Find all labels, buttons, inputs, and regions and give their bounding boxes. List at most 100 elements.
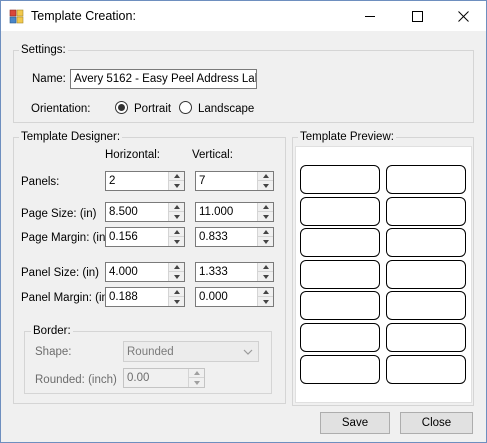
spin-up-button[interactable]: [258, 263, 273, 272]
spin-down-icon: [173, 239, 180, 244]
spin-down-icon: [262, 299, 269, 304]
panel-margin-vertical-value: 0.000: [199, 291, 228, 303]
spin-up-icon: [173, 230, 180, 234]
panels-vertical-value: 7: [199, 175, 206, 187]
preview-panel: [386, 354, 466, 384]
settings-group-label: Settings:: [19, 43, 68, 57]
preview-panel: [386, 196, 466, 226]
preview-panel: [300, 259, 380, 289]
spin-down-icon: [262, 239, 269, 244]
close-window-button[interactable]: [440, 1, 486, 31]
panels-horizontal-stepper[interactable]: 2: [105, 171, 185, 191]
preview-panel: [300, 196, 380, 226]
page-size-horizontal-stepper[interactable]: 8.500: [105, 202, 185, 222]
spin-down-button[interactable]: [258, 212, 273, 221]
preview-panel: [386, 165, 466, 194]
spin-down-button[interactable]: [169, 297, 184, 306]
shape-dropdown-value: Rounded: [127, 346, 174, 358]
panel-margin-horizontal-stepper[interactable]: 0.188: [105, 287, 185, 307]
panel-size-horizontal-value: 4.000: [109, 266, 138, 278]
panel-size-horizontal-stepper[interactable]: 4.000: [105, 262, 185, 282]
spin-up-button[interactable]: [258, 172, 273, 181]
spin-down-icon: [262, 183, 269, 188]
spin-up-button[interactable]: [169, 263, 184, 272]
spin-down-button[interactable]: [189, 378, 204, 387]
page-margin-horizontal-stepper[interactable]: 0.156: [105, 227, 185, 247]
spin-down-icon: [173, 214, 180, 219]
spin-up-button[interactable]: [169, 228, 184, 237]
page-margin-label: Page Margin: (in): [21, 232, 110, 244]
template-name-input[interactable]: Avery 5162 - Easy Peel Address Labels: [70, 69, 257, 89]
spin-up-button[interactable]: [258, 288, 273, 297]
shape-dropdown[interactable]: Rounded: [123, 341, 259, 362]
preview-panel: [386, 259, 466, 289]
template-preview-group-label: Template Preview:: [298, 130, 396, 144]
minimize-button[interactable]: [347, 1, 393, 31]
preview-panel: [300, 228, 380, 258]
maximize-button[interactable]: [394, 1, 440, 31]
page-size-horizontal-value: 8.500: [109, 206, 138, 218]
template-designer-group-label: Template Designer:: [19, 130, 123, 144]
orientation-label: Orientation:: [31, 103, 91, 115]
page-size-vertical-stepper[interactable]: 11.000: [195, 202, 274, 222]
spin-up-icon: [173, 205, 180, 209]
spin-up-button[interactable]: [169, 203, 184, 212]
spin-down-button[interactable]: [169, 237, 184, 246]
page-margin-vertical-stepper[interactable]: 0.833: [195, 227, 274, 247]
spin-down-button[interactable]: [258, 272, 273, 281]
page-size-vertical-value: 11.000: [199, 206, 234, 218]
border-group-label: Border:: [31, 324, 73, 338]
horizontal-column-header: Horizontal:: [105, 149, 160, 161]
vertical-column-header: Vertical:: [192, 149, 233, 161]
close-button[interactable]: Close: [400, 412, 473, 434]
spin-up-button[interactable]: [258, 203, 273, 212]
panels-vertical-stepper[interactable]: 7: [195, 171, 274, 191]
preview-panel: [300, 354, 380, 384]
chevron-down-icon: [243, 349, 253, 355]
panel-size-vertical-stepper[interactable]: 1.333: [195, 262, 274, 282]
spin-up-icon: [173, 290, 180, 294]
spin-up-button[interactable]: [169, 288, 184, 297]
spin-up-button[interactable]: [189, 369, 204, 378]
minimize-icon: [364, 15, 375, 17]
preview-panel: [300, 323, 380, 352]
panel-margin-horizontal-value: 0.188: [109, 291, 138, 303]
template-creation-window: Template Creation: Settings: Name: Avery…: [0, 0, 487, 443]
spin-up-icon: [173, 174, 180, 178]
spin-down-icon: [193, 380, 200, 385]
spin-down-icon: [173, 274, 180, 279]
landscape-label[interactable]: Landscape: [198, 102, 254, 116]
panel-margin-label: Panel Margin: (in): [21, 292, 112, 304]
spin-up-icon: [262, 230, 269, 234]
panel-margin-vertical-stepper[interactable]: 0.000: [195, 287, 274, 307]
save-button[interactable]: Save: [320, 412, 390, 434]
spin-down-icon: [262, 214, 269, 219]
rounded-stepper[interactable]: 0.00: [123, 368, 205, 388]
spin-down-button[interactable]: [169, 212, 184, 221]
portrait-radio[interactable]: [115, 101, 128, 114]
spin-down-button[interactable]: [258, 297, 273, 306]
panel-size-vertical-value: 1.333: [199, 266, 228, 278]
template-preview-canvas: [295, 146, 472, 403]
spin-down-button[interactable]: [169, 181, 184, 190]
spin-down-button[interactable]: [258, 181, 273, 190]
title-bar[interactable]: Template Creation:: [1, 1, 486, 31]
spin-down-button[interactable]: [258, 237, 273, 246]
spin-up-button[interactable]: [258, 228, 273, 237]
spin-down-button[interactable]: [169, 272, 184, 281]
preview-panel: [386, 228, 466, 258]
panels-horizontal-value: 2: [109, 175, 116, 187]
preview-panel: [386, 323, 466, 352]
rounded-label: Rounded: (inch): [35, 374, 117, 386]
spin-up-button[interactable]: [169, 172, 184, 181]
preview-panel: [300, 165, 380, 194]
spin-up-icon: [173, 265, 180, 269]
shape-label: Shape:: [35, 346, 72, 358]
preview-panel: [386, 291, 466, 321]
spin-up-icon: [262, 205, 269, 209]
template-app-icon: [9, 9, 24, 24]
window-title: Template Creation:: [31, 9, 136, 23]
landscape-radio[interactable]: [179, 101, 192, 114]
page-margin-horizontal-value: 0.156: [109, 231, 138, 243]
portrait-label[interactable]: Portrait: [134, 102, 171, 116]
